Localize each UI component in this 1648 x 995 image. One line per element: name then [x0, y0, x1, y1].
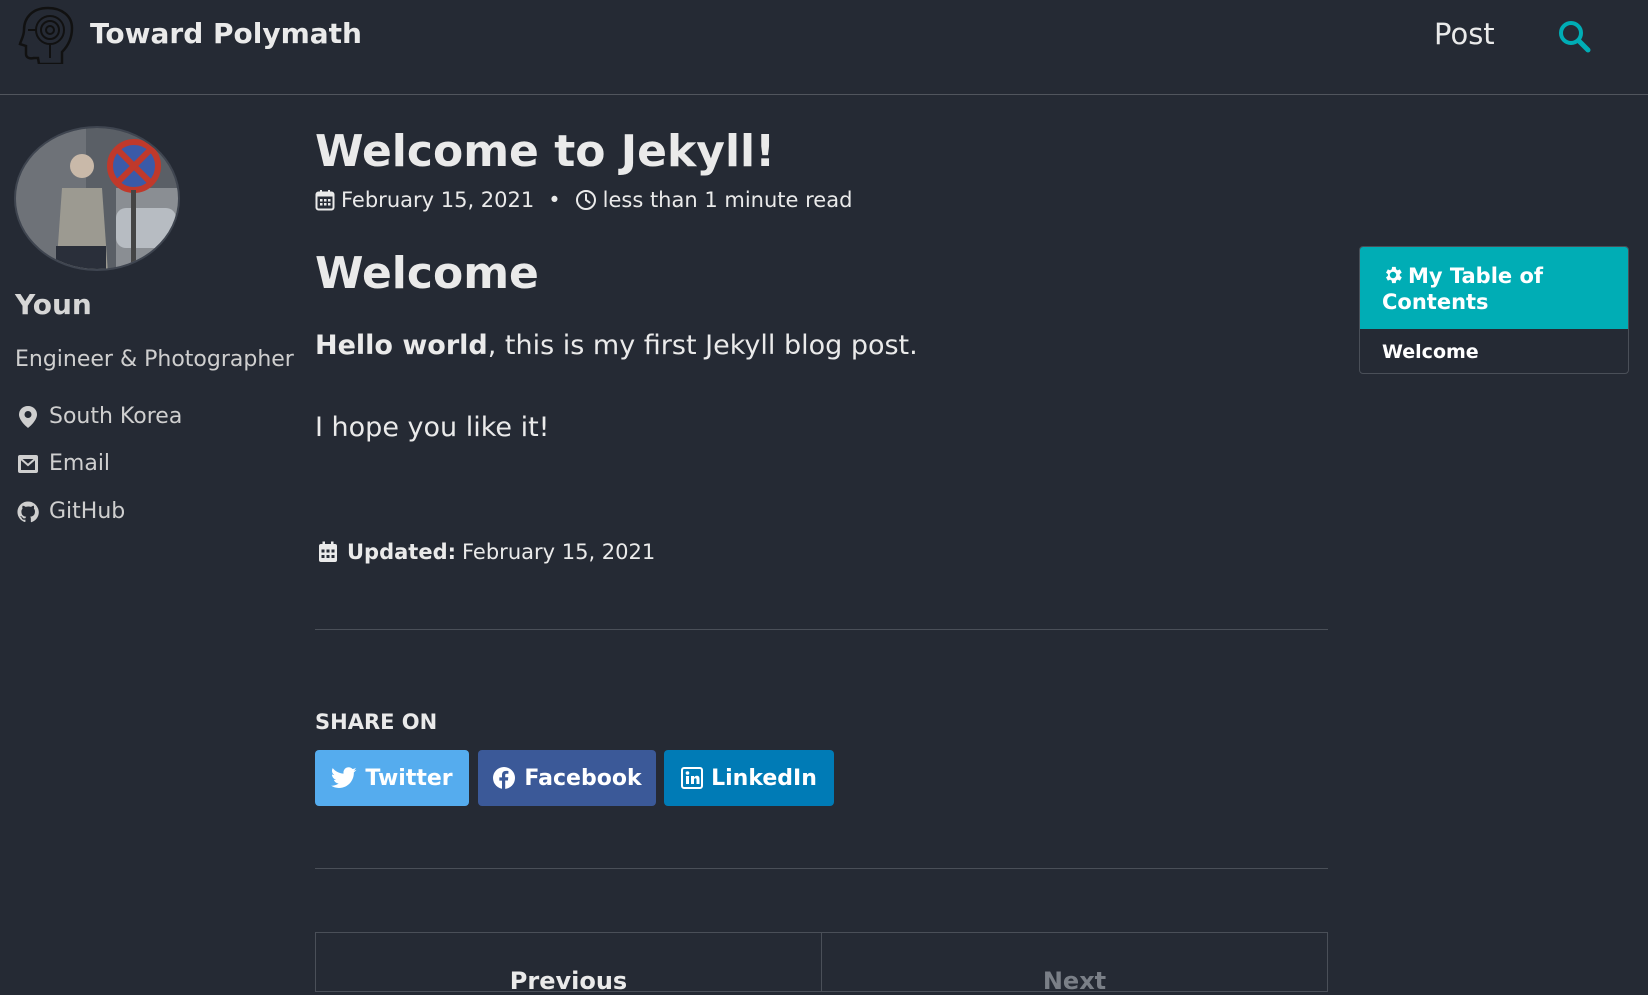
nav-post-link[interactable]: Post	[1434, 17, 1495, 51]
author-email-label[interactable]: Email	[49, 451, 110, 476]
paragraph-1: Hello world, this is my first Jekyll blo…	[315, 330, 918, 361]
share-twitter-label[interactable]: Twitter	[365, 766, 452, 791]
author-email-link[interactable]: Email	[17, 451, 110, 476]
section-heading-welcome: Welcome	[315, 248, 539, 299]
pager-previous-label[interactable]: Previous	[510, 967, 627, 995]
author-location-label: South Korea	[49, 404, 183, 429]
share-linkedin-label[interactable]: LinkedIn	[711, 766, 817, 791]
post-title: Welcome to Jekyll!	[315, 126, 776, 177]
site-logo-icon[interactable]	[18, 4, 74, 64]
pager-previous-button[interactable]: Previous	[315, 932, 822, 995]
share-facebook-button[interactable]: Facebook	[478, 750, 656, 806]
post-date: February 15, 2021	[341, 188, 535, 212]
github-icon	[17, 500, 39, 522]
twitter-icon	[331, 767, 357, 788]
author-location: South Korea	[17, 404, 182, 429]
divider	[315, 629, 1328, 630]
updated-label: Updated:	[347, 540, 456, 564]
author-avatar	[14, 126, 180, 271]
envelope-icon	[18, 454, 38, 473]
pager-next-button[interactable]: Next	[821, 932, 1328, 995]
share-title: SHARE ON	[315, 710, 438, 734]
toc-item-welcome[interactable]: Welcome	[1360, 329, 1628, 373]
clock-icon	[575, 190, 596, 210]
meta-separator: •	[548, 188, 561, 212]
map-marker-icon	[19, 405, 37, 428]
calendar-icon	[315, 190, 335, 211]
share-twitter-button[interactable]: Twitter	[315, 750, 469, 806]
author-name: Youn	[15, 288, 92, 321]
paragraph-1-text: , this is my first Jekyll blog post.	[487, 330, 918, 361]
post-meta: February 15, 2021 • less than 1 minute r…	[315, 188, 852, 212]
share-facebook-label[interactable]: Facebook	[524, 766, 641, 791]
author-github-link[interactable]: GitHub	[17, 499, 125, 524]
gear-icon	[1386, 266, 1402, 284]
read-time: less than 1 minute read	[602, 188, 853, 212]
site-title[interactable]: Toward Polymath	[90, 17, 362, 50]
facebook-icon	[493, 767, 516, 789]
share-linkedin-button[interactable]: LinkedIn	[664, 750, 834, 806]
paragraph-1-bold: Hello world	[315, 330, 488, 361]
calendar-filled-icon	[319, 541, 337, 562]
search-icon[interactable]	[1556, 18, 1592, 54]
avatar-photo	[16, 128, 178, 269]
masthead: Toward Polymath Post	[0, 0, 1648, 95]
toc-header: My Table of Contents	[1360, 247, 1628, 329]
author-github-label[interactable]: GitHub	[49, 499, 125, 524]
paragraph-2: I hope you like it!	[315, 412, 550, 443]
linkedin-icon	[681, 767, 704, 789]
table-of-contents: My Table of Contents Welcome	[1359, 246, 1629, 374]
updated-info: Updated: February 15, 2021	[318, 540, 655, 564]
toc-title: My Table of Contents	[1382, 264, 1544, 314]
pager-next-label[interactable]: Next	[1043, 967, 1106, 995]
author-bio: Engineer & Photographer	[15, 347, 294, 372]
updated-date: February 15, 2021	[462, 540, 656, 564]
divider	[315, 868, 1328, 869]
